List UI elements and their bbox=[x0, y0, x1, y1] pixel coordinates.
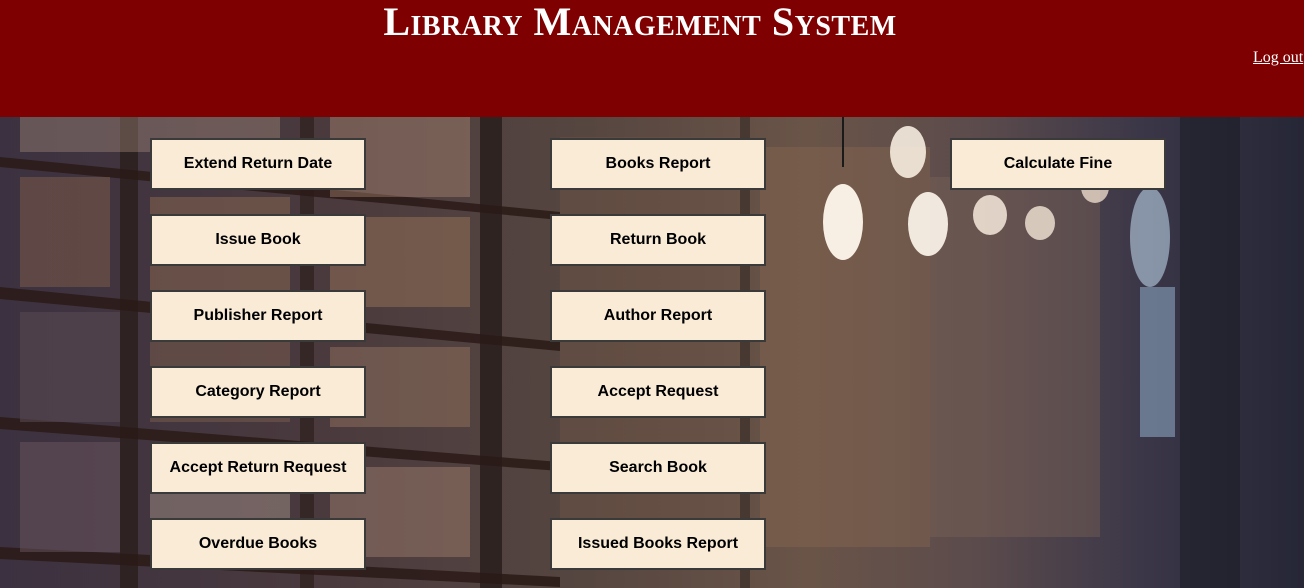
accept-return-request-button[interactable]: Accept Return Request bbox=[150, 442, 366, 494]
extend-return-date-button[interactable]: Extend Return Date bbox=[150, 138, 366, 190]
books-report-button[interactable]: Books Report bbox=[550, 138, 766, 190]
overdue-books-button[interactable]: Overdue Books bbox=[150, 518, 366, 570]
publisher-report-button[interactable]: Publisher Report bbox=[150, 290, 366, 342]
category-report-button[interactable]: Category Report bbox=[150, 366, 366, 418]
page-title: Library Management System bbox=[383, 0, 897, 44]
search-book-button[interactable]: Search Book bbox=[550, 442, 766, 494]
author-report-button[interactable]: Author Report bbox=[550, 290, 766, 342]
logout-link[interactable]: Log out bbox=[1253, 49, 1303, 67]
issue-book-button[interactable]: Issue Book bbox=[150, 214, 366, 266]
return-book-button[interactable]: Return Book bbox=[550, 214, 766, 266]
accept-request-button[interactable]: Accept Request bbox=[550, 366, 766, 418]
calculate-fine-button[interactable]: Calculate Fine bbox=[950, 138, 1166, 190]
header-bar: Library Management System Log out bbox=[0, 0, 1304, 117]
issued-books-report-button[interactable]: Issued Books Report bbox=[550, 518, 766, 570]
